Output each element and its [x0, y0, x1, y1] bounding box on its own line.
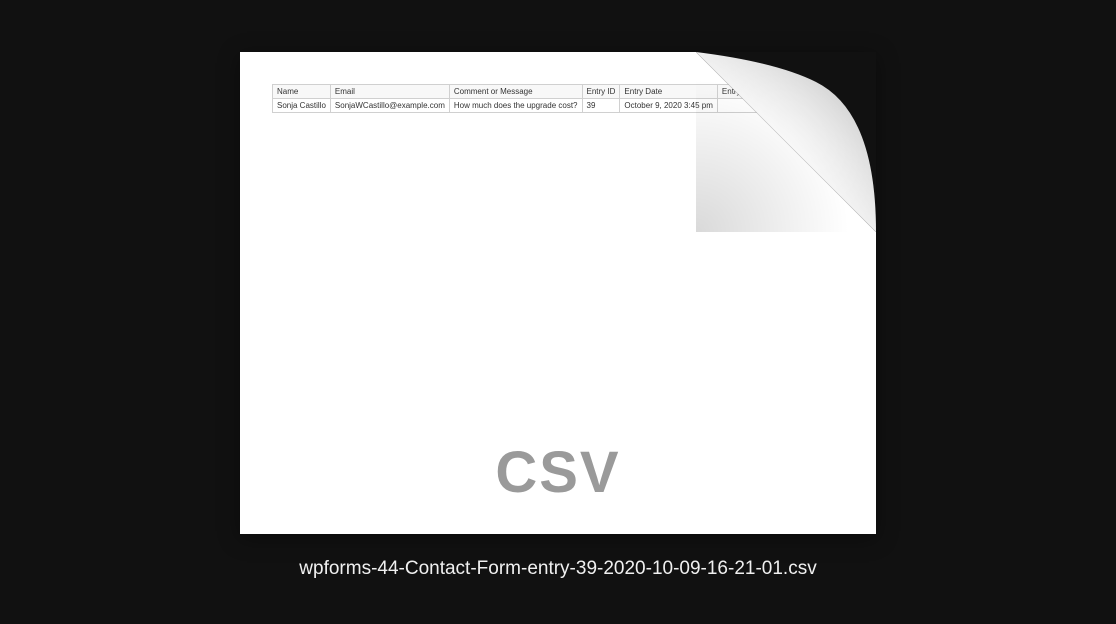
filename-label: wpforms-44-Contact-Form-entry-39-2020-10… [299, 558, 816, 580]
cell-comment: How much does the upgrade cost? [449, 99, 582, 113]
cell-viewed: 1 [768, 99, 803, 113]
cell-name: Sonja Castillo [273, 99, 331, 113]
col-comment: Comment or Message [449, 85, 582, 99]
col-name: Name [273, 85, 331, 99]
col-entry-notes: Entry Notes [717, 85, 768, 99]
col-viewed: Viewed [768, 85, 803, 99]
csv-data-table: Name Email Comment or Message Entry ID E… [272, 84, 804, 113]
table-header-row: Name Email Comment or Message Entry ID E… [273, 85, 804, 99]
page-curl-shadow [696, 52, 876, 232]
file-preview-document[interactable]: Name Email Comment or Message Entry ID E… [240, 52, 876, 534]
cell-entry-date: October 9, 2020 3:45 pm [620, 99, 718, 113]
cell-email: SonjaWCastillo@example.com [330, 99, 449, 113]
file-type-badge: CSV [240, 439, 876, 506]
col-entry-id: Entry ID [582, 85, 620, 99]
table-row: Sonja Castillo SonjaWCastillo@example.co… [273, 99, 804, 113]
col-email: Email [330, 85, 449, 99]
col-entry-date: Entry Date [620, 85, 718, 99]
cell-entry-id: 39 [582, 99, 620, 113]
cell-entry-notes [717, 99, 768, 113]
page-curl-icon [696, 52, 876, 232]
